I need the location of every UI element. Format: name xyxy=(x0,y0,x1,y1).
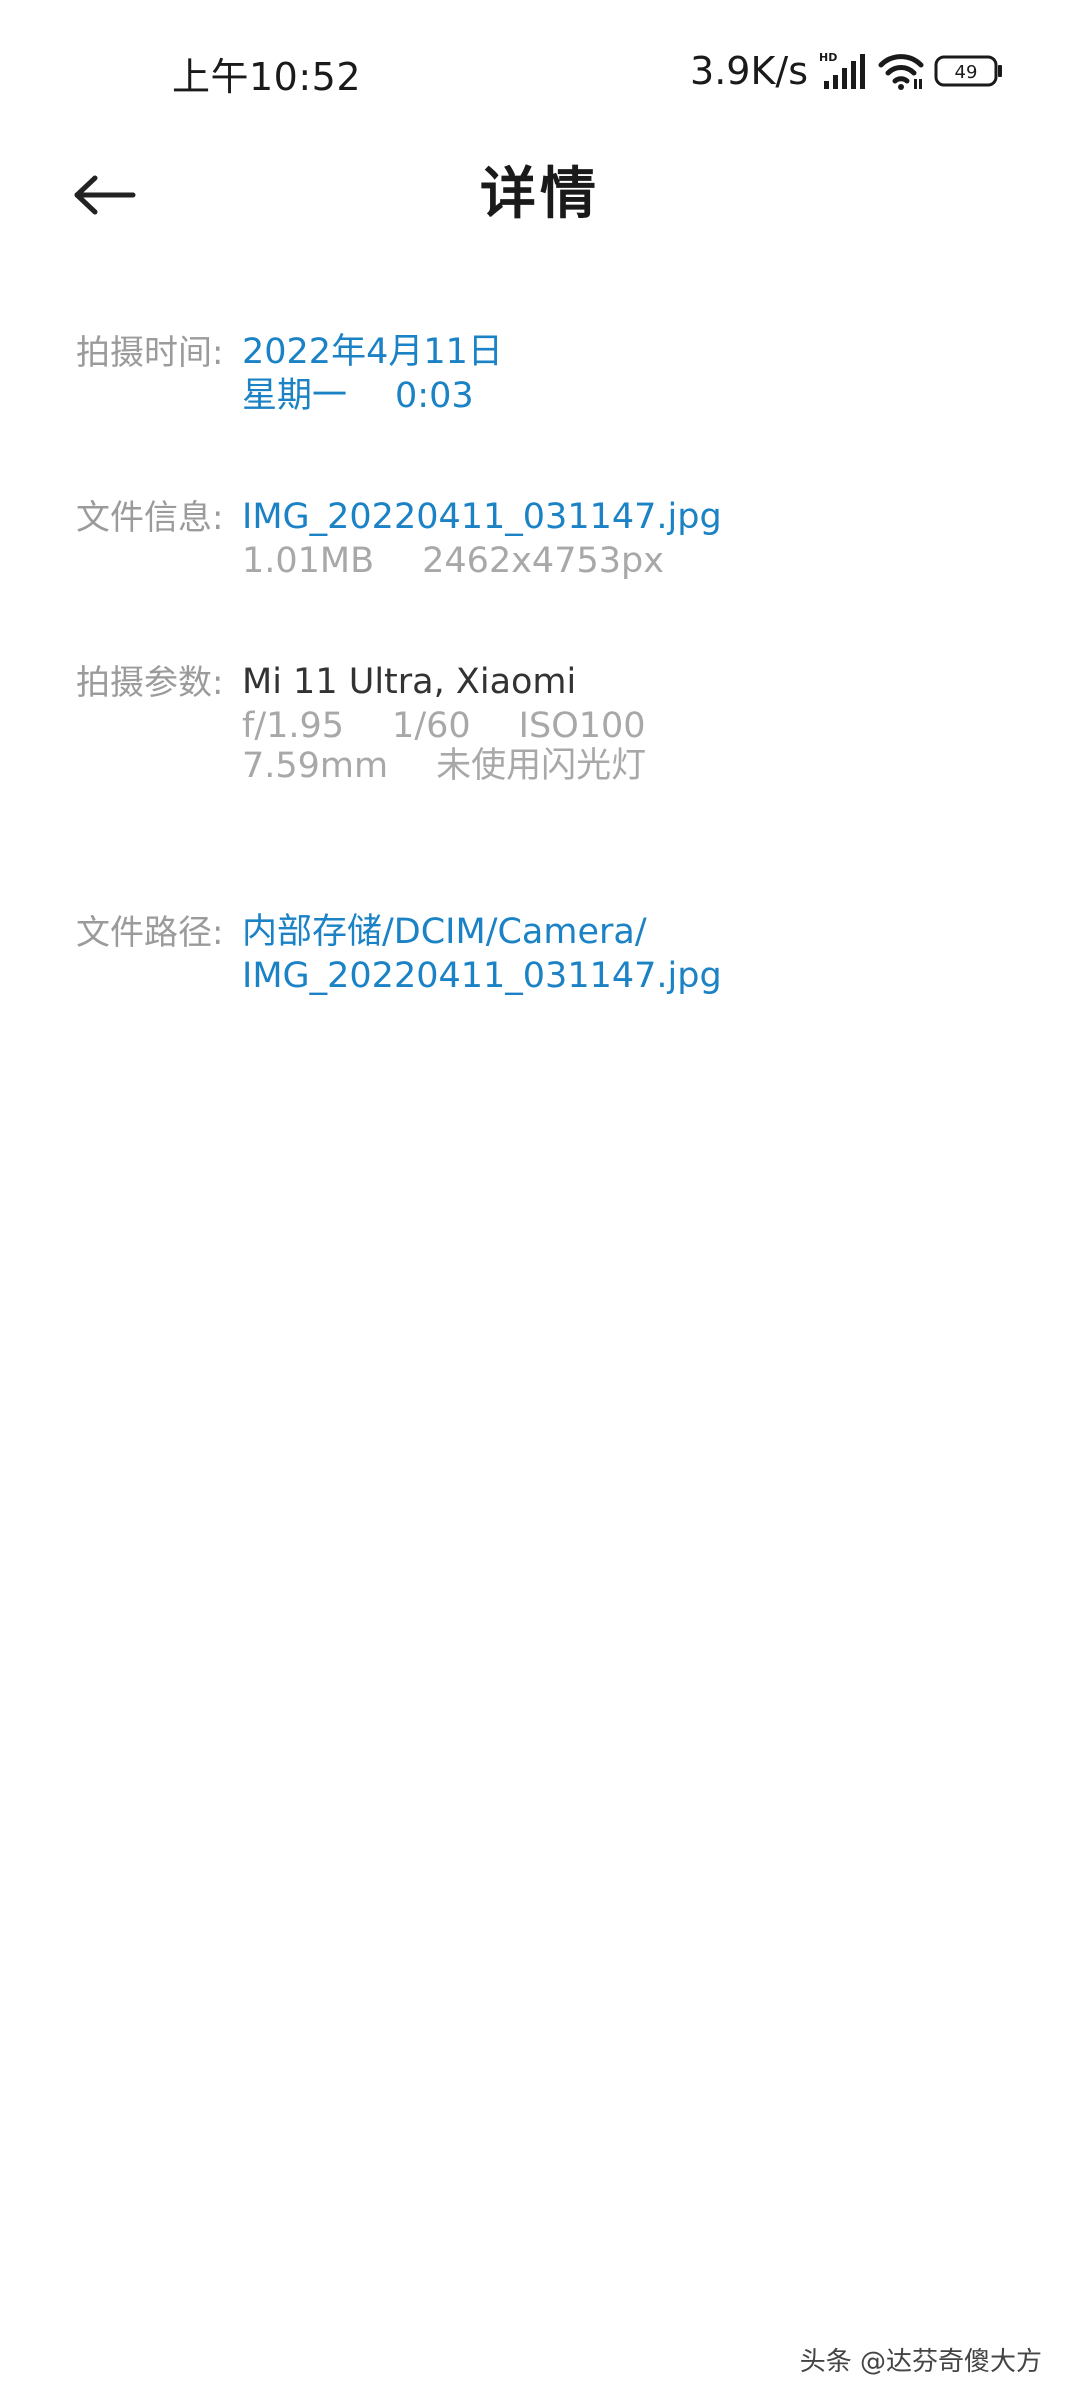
focal-length-value: 7.59mm xyxy=(242,746,389,786)
wifi-icon xyxy=(878,51,924,91)
capture-time-values[interactable]: 2022年4月11日 星期一 0:03 xyxy=(242,330,1042,418)
capture-date: 2022年4月11日 xyxy=(242,332,503,372)
app-header: 详情 xyxy=(0,140,1080,250)
page-title: 详情 xyxy=(480,162,600,227)
file-path-line1: 内部存储/DCIM/Camera/ xyxy=(242,912,647,952)
battery-level: 49 xyxy=(955,62,978,83)
back-arrow-icon xyxy=(74,175,136,215)
capture-params-values: Mi 11 Ultra, Xiaomi f/1.95 1/60 ISO100 7.5… xyxy=(242,660,1042,788)
back-button[interactable] xyxy=(60,150,150,240)
file-name: IMG_20220411_031147.jpg xyxy=(242,497,722,537)
status-bar: 上午10:52 3.9K/s HD 49 xyxy=(0,0,1080,140)
file-path-label: 文件路径: xyxy=(76,913,224,953)
file-info-values[interactable]: IMG_20220411_031147.jpg 1.01MB 2462x4753p… xyxy=(242,495,1042,583)
status-time: 上午10:52 xyxy=(172,55,362,99)
network-speed: 3.9K/s xyxy=(690,49,808,93)
shutter-value: 1/60 xyxy=(392,706,471,746)
image-dimensions: 2462x4753px xyxy=(422,541,664,581)
watermark: 头条 @达芬奇傻大方 xyxy=(799,2347,1042,2377)
battery-icon: 49 xyxy=(934,53,1004,89)
signal-icon: HD xyxy=(818,51,868,91)
status-indicators: 3.9K/s HD 49 xyxy=(690,46,1004,96)
aperture-value: f/1.95 xyxy=(242,706,345,746)
file-path-line2: IMG_20220411_031147.jpg xyxy=(242,956,722,996)
capture-weekday: 星期一 xyxy=(242,376,348,416)
file-size: 1.01MB xyxy=(242,541,375,581)
flash-status: 未使用闪光灯 xyxy=(436,746,647,786)
capture-time-label: 拍摄时间: xyxy=(76,333,224,373)
capture-time: 0:03 xyxy=(395,376,474,416)
hd-badge: HD xyxy=(819,51,837,64)
iso-value: ISO100 xyxy=(518,706,646,746)
file-info-label: 文件信息: xyxy=(76,498,224,538)
camera-device: Mi 11 Ultra, Xiaomi xyxy=(242,662,577,702)
file-path-values[interactable]: 内部存储/DCIM/Camera/ IMG_20220411_031147.jp… xyxy=(242,910,1042,998)
capture-params-label: 拍摄参数: xyxy=(76,663,224,703)
